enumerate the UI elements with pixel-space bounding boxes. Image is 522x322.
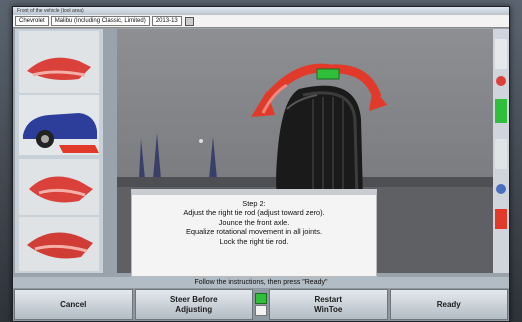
restart-label-1: Restart — [314, 294, 343, 304]
vehicle-year: 2013-13 — [151, 16, 182, 26]
app-window: Front of the vehicle (tool area) Chevrol… — [12, 6, 510, 322]
restart-label-2: WinToe — [314, 304, 343, 314]
ready-label: Ready — [436, 299, 461, 309]
thumb-tie-rod-top[interactable] — [19, 31, 99, 93]
status-bar: Follow the instructions, then press "Rea… — [13, 277, 509, 288]
cancel-button[interactable]: Cancel — [14, 289, 133, 320]
instruction-line: Adjust the right tie rod (adjust toward … — [183, 208, 325, 218]
status-indicator-icon — [254, 288, 268, 321]
right-tool-panel — [493, 29, 509, 273]
vehicle-select-icon[interactable] — [184, 16, 194, 26]
window-title: Front of the vehicle (tool area) — [17, 8, 84, 14]
window-titlebar: Front of the vehicle (tool area) — [13, 7, 509, 15]
instruction-line: Jounce the front axle. — [218, 217, 290, 227]
softkey-bar: Cancel Steer Before Adjusting Restart Wi… — [13, 288, 509, 321]
cancel-label: Cancel — [60, 299, 87, 309]
instruction-step: Step 2: — [242, 199, 266, 208]
instruction-dialog: Step 2: Adjust the right tie rod (adjust… — [131, 189, 377, 277]
vehicle-model: Malibu (Including Classic, Limited) — [50, 16, 150, 26]
instruction-line: Lock the right tie rod. — [219, 236, 289, 246]
thumb-vehicle[interactable] — [19, 95, 99, 155]
vehicle-info-bar: Chevrolet Malibu (Including Classic, Lim… — [13, 15, 509, 28]
side-icons — [495, 39, 507, 229]
ready-button[interactable]: Ready — [389, 289, 508, 320]
procedure-thumbnails — [15, 29, 103, 273]
vehicle-make: Chevrolet — [15, 16, 49, 26]
restart-wintoe-button[interactable]: Restart WinToe — [269, 289, 388, 320]
monitor-frame: Front of the vehicle (tool area) Chevrol… — [0, 0, 522, 322]
steer-before-label-1: Steer Before — [169, 294, 218, 304]
steer-before-adjusting-button[interactable]: Steer Before Adjusting — [134, 289, 253, 320]
post-left-2 — [153, 133, 161, 179]
indicator-white — [255, 305, 267, 316]
post-left-3 — [209, 137, 217, 179]
thumb-tie-rod-mid[interactable] — [19, 159, 99, 215]
instruction-line: Equalize rotational movement in all join… — [186, 227, 322, 237]
indicator-green — [255, 293, 267, 304]
steer-before-label-2: Adjusting — [175, 304, 213, 314]
thumb-tie-rod-bottom[interactable] — [19, 217, 99, 271]
post-left-1 — [139, 139, 145, 179]
